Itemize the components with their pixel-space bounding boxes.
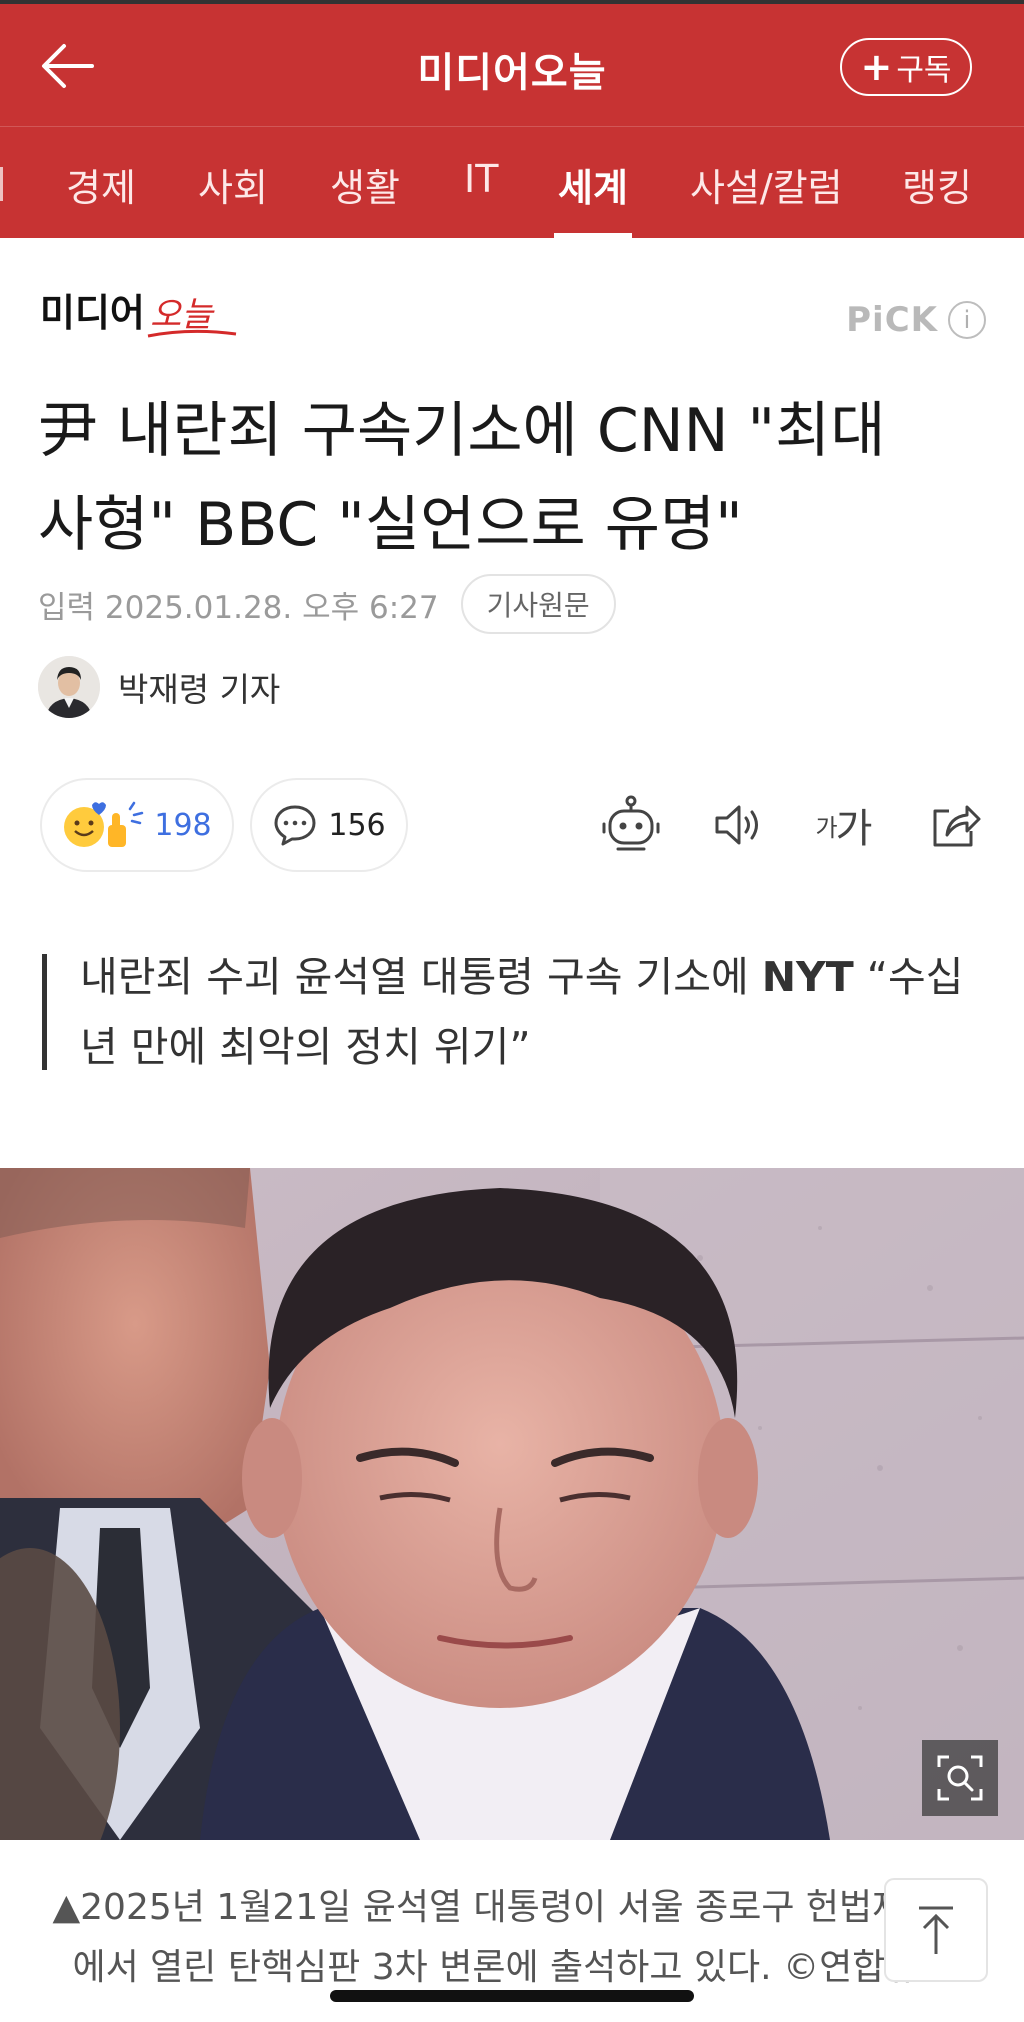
subscribe-button[interactable]: + 구독 [840, 38, 972, 96]
comment-bubble-icon [274, 805, 316, 846]
tab-economy[interactable]: 경제 [66, 157, 136, 212]
svg-text:미디어: 미디어 [40, 291, 145, 335]
tab-scroll-edge [0, 167, 3, 201]
plus-icon: + [860, 45, 893, 89]
tab-society[interactable]: 사회 [198, 157, 268, 212]
tab-editorial[interactable]: 사설/칼럼 [690, 157, 843, 212]
reporter-byline[interactable]: 박재령 기자 [38, 656, 280, 718]
app-header: 미디어오늘 + 구독 [0, 4, 1024, 126]
ai-summary-button[interactable] [596, 790, 666, 860]
scroll-to-top-button[interactable] [884, 1878, 988, 1982]
headline-line-1: 尹 내란죄 구속기소에 CNN "최대 [38, 396, 886, 466]
reaction-button[interactable]: 198 [40, 778, 234, 872]
press-logo[interactable]: 미디어 오늘 [40, 280, 240, 350]
reaction-count: 198 [154, 807, 212, 843]
category-tabs: 경제 사회 생활 IT 세계 사설/칼럼 랭킹 [0, 126, 1024, 239]
tab-it[interactable]: IT [464, 157, 498, 201]
share-button[interactable] [920, 790, 990, 860]
original-article-button[interactable]: 기사원문 [460, 574, 616, 634]
subtitle-text-bold: NYT [761, 953, 854, 1001]
caption-line-2: 에서 열린 탄핵심판 3차 변론에 출석하고 있다. ©연합뉴스 [72, 1947, 952, 1988]
arrow-up-icon [919, 1906, 953, 1954]
article-photo[interactable] [0, 1168, 1024, 1840]
svg-text:오늘: 오늘 [150, 295, 215, 335]
reporter-avatar [38, 656, 100, 718]
article-subtitle: 내란죄 수괴 윤석열 대통령 구속 기소에 NYT “수십 년 만에 최악의 정… [80, 942, 980, 1082]
font-size-large-label: 가 [835, 806, 873, 852]
photo-caption: ▲2025년 1월21일 윤석열 대통령이 서울 종로구 헌법재판소 에서 열린… [0, 1878, 1024, 1998]
active-tab-indicator [554, 233, 632, 239]
info-icon[interactable]: i [948, 301, 986, 339]
font-size-small-label: 가 [815, 813, 838, 842]
subscribe-label: 구독 [896, 53, 952, 88]
publish-date: 입력 2025.01.28. 오후 6:27 [38, 589, 439, 626]
home-indicator [330, 1990, 694, 2002]
subtitle-text-1: 내란죄 수괴 윤석열 대통령 구속 기소에 [80, 953, 762, 1001]
comment-count: 156 [328, 807, 386, 843]
share-icon [933, 805, 981, 847]
robot-icon [602, 795, 660, 851]
pick-badge[interactable]: PiCK i [846, 300, 986, 340]
speaker-icon [715, 805, 758, 845]
caption-line-1: ▲2025년 1월21일 윤석열 대통령이 서울 종로구 헌법재판소 [52, 1887, 972, 1928]
text-to-speech-button[interactable] [702, 790, 772, 860]
tab-world[interactable]: 세계 [558, 157, 628, 212]
tab-life[interactable]: 생활 [330, 157, 400, 212]
tab-ranking[interactable]: 랭킹 [902, 157, 972, 212]
headline-line-2: 사형" BBC "실언으로 유명" [38, 490, 743, 560]
reaction-emoji-icon [64, 801, 144, 847]
zoom-search-icon [937, 1755, 983, 1801]
article-headline: 尹 내란죄 구속기소에 CNN "최대 사형" BBC "실언으로 유명" [38, 384, 998, 572]
font-size-button[interactable]: 가가 [808, 790, 878, 860]
subtitle-quote-bar [42, 954, 47, 1070]
comment-button[interactable]: 156 [250, 778, 408, 872]
pick-label: PiCK [846, 300, 938, 340]
article-meta: 입력 2025.01.28. 오후 6:27 기사원문 [38, 574, 616, 634]
reporter-name: 박재령 기자 [118, 670, 281, 709]
photo-zoom-button[interactable] [922, 1740, 998, 1816]
